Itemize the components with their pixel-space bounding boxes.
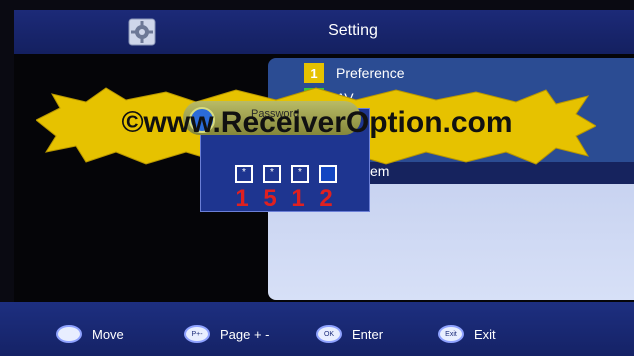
hint-label: Move — [92, 326, 124, 342]
password-input[interactable]: * * * — [235, 165, 337, 183]
menu-item-system-label[interactable]: em — [370, 163, 389, 179]
pin-digit-box[interactable]: * — [263, 165, 281, 183]
password-title: Password — [251, 108, 300, 120]
menu-item-label: Preference — [336, 65, 405, 81]
password-digit: 2 — [319, 185, 333, 212]
hint-label: Exit — [474, 326, 496, 342]
ok-icon: OK — [316, 325, 342, 343]
footer-hints: Move P+- Page + - OK Enter Exit Exit — [0, 302, 634, 356]
hint-enter[interactable]: OK Enter — [316, 325, 383, 343]
password-digit: 5 — [263, 185, 277, 212]
hint-label: Page + - — [220, 326, 270, 342]
password-titlebar: Password — [183, 101, 361, 135]
pin-digit-box[interactable]: * — [235, 165, 253, 183]
hint-exit[interactable]: Exit Exit — [438, 325, 496, 343]
pin-digit-box-active[interactable] — [319, 165, 337, 183]
receiver-screen: Setting 1 Preference 2 AV et Config Conf… — [0, 0, 634, 356]
hint-label: Enter — [352, 326, 384, 342]
password-dialog: Password * * * 1 5 1 2 — [183, 101, 370, 213]
password-digit: 1 — [235, 185, 249, 212]
menu-item-preference[interactable]: 1 Preference — [304, 62, 404, 84]
menu-number-badge: 1 — [304, 63, 324, 83]
hint-page[interactable]: P+- Page + - — [184, 325, 270, 343]
pin-digit-box[interactable]: * — [291, 165, 309, 183]
password-digits: 1 5 1 2 — [233, 185, 335, 213]
menu-item-system-highlight[interactable] — [368, 162, 634, 184]
lock-icon — [189, 107, 215, 133]
exit-icon: Exit — [438, 325, 464, 343]
menu-item-net-config-label[interactable]: et Config — [380, 115, 436, 131]
page-title: Setting — [328, 22, 378, 39]
hint-move[interactable]: Move — [56, 325, 124, 343]
page-icon: P+- — [184, 325, 210, 343]
header-bar: Setting — [14, 10, 634, 54]
password-digit: 1 — [291, 185, 305, 212]
dpad-icon — [56, 325, 82, 343]
menu-item-config-label[interactable]: Config — [370, 138, 410, 154]
